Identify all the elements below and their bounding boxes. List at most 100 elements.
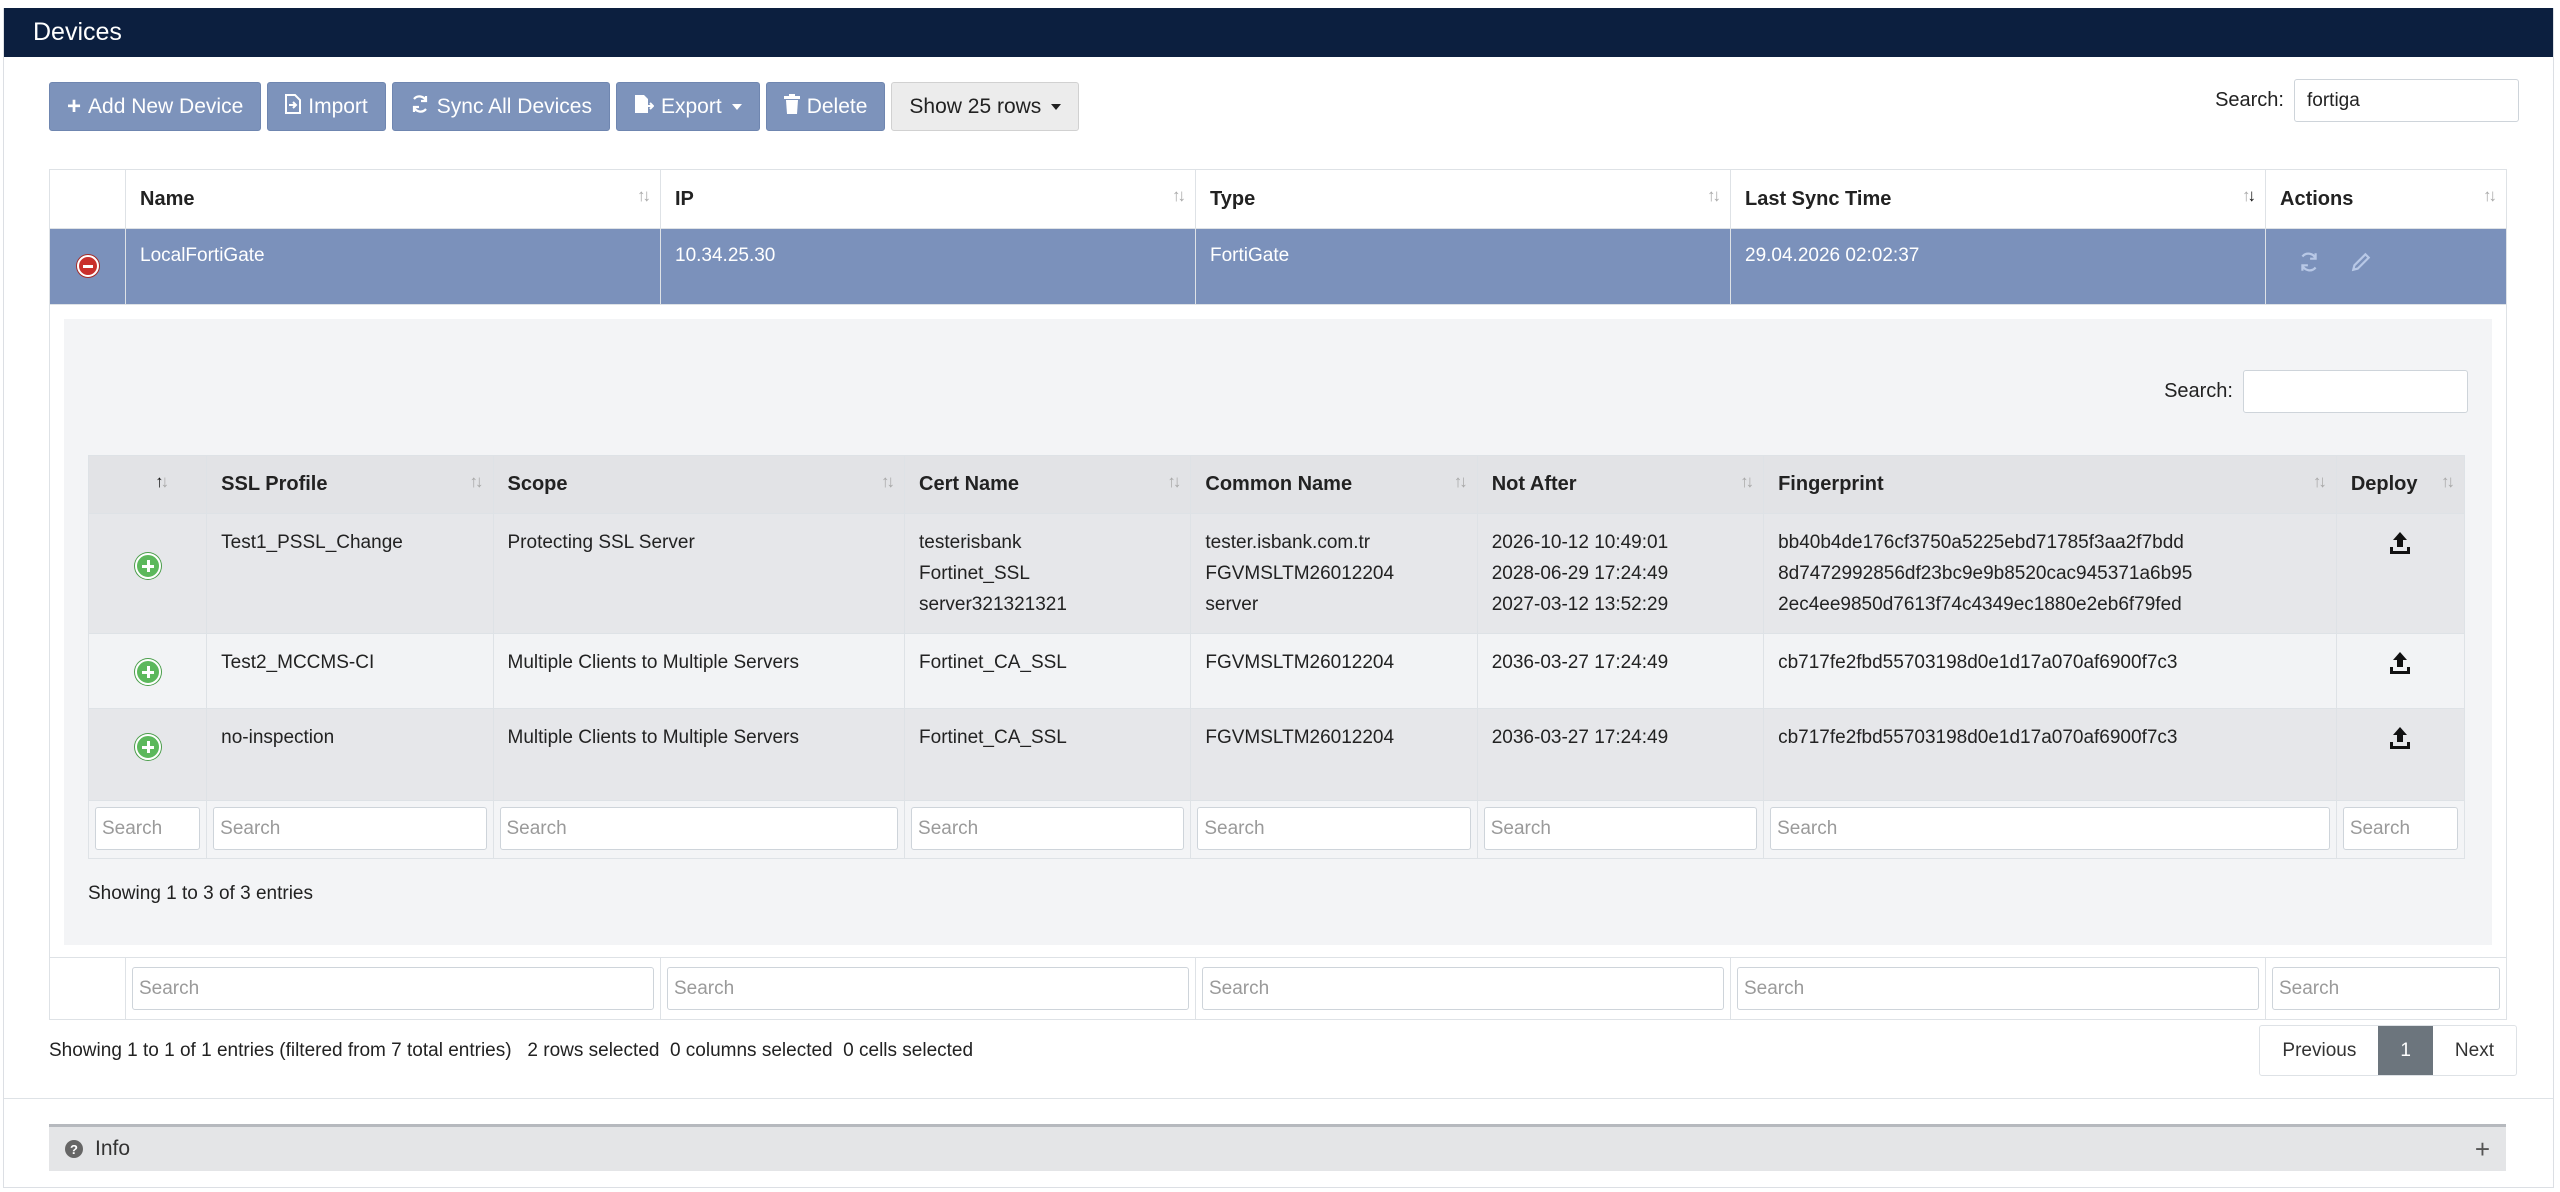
- device-name: LocalFortiGate: [125, 228, 661, 305]
- column-header-name[interactable]: Name ↑↓: [125, 169, 661, 229]
- inner-entries-info: Showing 1 to 3 of 3 entries: [88, 883, 313, 904]
- table-row[interactable]: LocalFortiGate 10.34.25.30 FortiGate 29.…: [49, 228, 2507, 305]
- question-icon: ?: [65, 1140, 83, 1158]
- table-row[interactable]: Test2_MCCMS-CI Multiple Clients to Multi…: [87, 633, 2466, 709]
- sort-icon: ↑↓: [637, 186, 651, 205]
- device-last-sync: 29.04.2026 02:02:37: [1730, 228, 2266, 305]
- global-search: Search:: [2215, 79, 2519, 122]
- common-name-cell: tester.isbank.com.tr FGVMSLTM26012204 serv…: [1190, 513, 1478, 634]
- expand-plus-icon[interactable]: +: [2475, 1134, 2490, 1165]
- page-1-button[interactable]: 1: [2378, 1026, 2433, 1075]
- column-header-type[interactable]: Type ↑↓: [1195, 169, 1731, 229]
- ssl-profile-cell: Test1_PSSL_Change: [206, 513, 494, 634]
- filter-input-scope[interactable]: [499, 807, 899, 850]
- export-icon: [634, 94, 655, 120]
- column-header-common-name[interactable]: Common Name ↑↓: [1190, 455, 1478, 514]
- delete-button[interactable]: Delete: [765, 82, 886, 131]
- column-header-ip[interactable]: IP ↑↓: [660, 169, 1196, 229]
- trash-icon: [783, 93, 800, 120]
- export-button[interactable]: Export: [616, 82, 760, 131]
- filter-input-ssl-profile[interactable]: [213, 807, 487, 850]
- device-ip: 10.34.25.30: [660, 228, 1196, 305]
- upload-icon[interactable]: [2351, 531, 2450, 563]
- column-header-actions[interactable]: Actions ↑↓: [2265, 169, 2507, 229]
- search-input[interactable]: [2294, 79, 2519, 122]
- detail-row: Search: ↑↓ SSL Profile ↑↓ Scope ↑↓ Cert Na…: [49, 304, 2507, 958]
- common-name-cell: FGVMSLTM26012204: [1190, 708, 1478, 801]
- previous-page-button[interactable]: Previous: [2260, 1026, 2378, 1075]
- import-button[interactable]: Import: [267, 82, 386, 131]
- upload-icon[interactable]: [2351, 651, 2450, 683]
- column-header-scope[interactable]: Scope ↑↓: [492, 455, 906, 514]
- expand-column-header: [49, 169, 126, 229]
- expand-row-icon[interactable]: [134, 659, 161, 685]
- device-type: FortiGate: [1195, 228, 1731, 305]
- not-after-cell: 2026-10-12 10:49:01 2028-06-29 17:24:49 20…: [1476, 513, 1765, 634]
- column-header-not-after[interactable]: Not After ↑↓: [1476, 455, 1765, 514]
- collapse-row-icon[interactable]: [76, 255, 99, 277]
- filter-input[interactable]: [95, 807, 201, 850]
- scope-cell: Multiple Clients to Multiple Servers: [492, 633, 906, 709]
- filter-input-cert-name[interactable]: [911, 807, 1185, 850]
- sort-icon: ↑↓: [1167, 472, 1181, 491]
- scope-cell: Multiple Clients to Multiple Servers: [492, 708, 906, 801]
- ssl-profiles-table: ↑↓ SSL Profile ↑↓ Scope ↑↓ Cert Name ↑↓ Com…: [87, 455, 2466, 859]
- cert-name-cell: testerisbank Fortinet_SSL server321321321: [904, 513, 1192, 634]
- filter-input-deploy[interactable]: [2342, 807, 2458, 850]
- devices-panel: Devices + Add New Device Import Sync All …: [3, 8, 2554, 1188]
- common-name-cell: FGVMSLTM26012204: [1190, 633, 1478, 709]
- toolbar: + Add New Device Import Sync All Devices …: [49, 82, 1080, 131]
- ssl-profile-cell: Test2_MCCMS-CI: [206, 633, 494, 709]
- column-header-cert-name[interactable]: Cert Name ↑↓: [904, 455, 1192, 514]
- filter-input-type[interactable]: [1202, 967, 1724, 1010]
- ssl-profile-cell: no-inspection: [206, 708, 494, 801]
- column-header-last-sync[interactable]: Last Sync Time ↑↓: [1730, 169, 2266, 229]
- sort-asc-icon: ↑↓: [155, 472, 169, 491]
- filter-input-last-sync[interactable]: [1737, 967, 2259, 1010]
- sort-icon: ↑↓: [2483, 186, 2497, 205]
- expand-row-icon[interactable]: [134, 734, 161, 760]
- fingerprint-cell: bb40b4de176cf3750a5225ebd71785f3aa2f7bdd…: [1763, 513, 2337, 634]
- inner-expand-header[interactable]: ↑↓: [87, 455, 208, 514]
- sync-icon[interactable]: [2298, 251, 2320, 279]
- filter-input-not-after[interactable]: [1483, 807, 1758, 850]
- caret-down-icon: [1051, 103, 1062, 110]
- sort-icon: ↑↓: [469, 472, 484, 491]
- import-icon: [285, 93, 302, 120]
- expand-row-icon[interactable]: [134, 553, 161, 579]
- cert-name-cell: Fortinet_CA_SSL: [904, 708, 1192, 801]
- table-row[interactable]: Test1_PSSL_Change Protecting SSL Server …: [87, 513, 2466, 634]
- sync-all-button[interactable]: Sync All Devices: [391, 82, 610, 131]
- sort-icon: ↑↓: [1740, 472, 1754, 491]
- panel-title: Devices: [4, 8, 2553, 57]
- sort-icon: ↑↓: [881, 472, 895, 491]
- filter-input-actions[interactable]: [2272, 967, 2500, 1010]
- ssl-profiles-subpanel: Search: ↑↓ SSL Profile ↑↓ Scope ↑↓ Cert Na…: [64, 319, 2492, 945]
- rows-per-page-dropdown[interactable]: Show 25 rows: [891, 82, 1080, 131]
- info-section[interactable]: ? Info +: [49, 1124, 2506, 1171]
- sort-icon: ↑↓: [2312, 472, 2327, 491]
- column-header-ssl-profile[interactable]: SSL Profile ↑↓: [206, 455, 494, 514]
- upload-icon[interactable]: [2351, 726, 2450, 758]
- caret-down-icon: [731, 103, 742, 110]
- sync-icon: [410, 94, 430, 120]
- table-row[interactable]: no-inspection Multiple Clients to Multip…: [87, 708, 2466, 801]
- inner-search-input[interactable]: [2243, 370, 2468, 413]
- filter-input-name[interactable]: [132, 967, 654, 1010]
- add-device-button[interactable]: + Add New Device: [49, 82, 262, 131]
- filter-input-ip[interactable]: [667, 967, 1189, 1010]
- edit-pencil-icon[interactable]: [2350, 251, 2372, 279]
- sort-icon: ↑↓: [1707, 186, 1721, 205]
- column-header-deploy[interactable]: Deploy ↑↓: [2335, 455, 2466, 514]
- page-title: Devices: [33, 18, 122, 46]
- column-filter-row: [49, 957, 2507, 1020]
- filter-input-fingerprint[interactable]: [1770, 807, 2330, 850]
- column-filter-row: [87, 800, 2466, 859]
- plus-icon: +: [67, 92, 82, 120]
- filter-input-common-name[interactable]: [1197, 807, 1471, 850]
- column-header-fingerprint[interactable]: Fingerprint ↑↓: [1763, 455, 2337, 514]
- next-page-button[interactable]: Next: [2433, 1026, 2516, 1075]
- sort-icon: ↑↓: [1172, 186, 1186, 205]
- sort-icon: ↑↓: [2441, 472, 2455, 491]
- sort-icon: ↑↓: [1453, 472, 1468, 491]
